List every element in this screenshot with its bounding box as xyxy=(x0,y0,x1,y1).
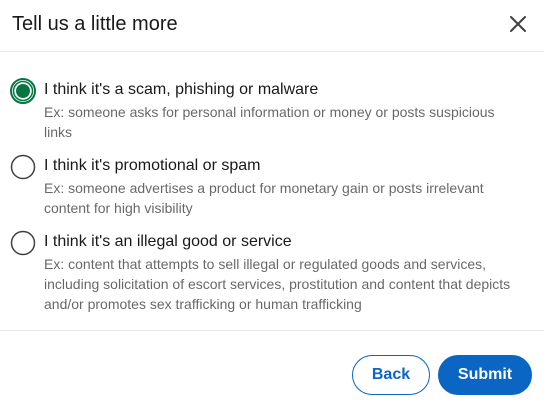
dialog-header: Tell us a little more xyxy=(0,0,544,52)
close-icon xyxy=(510,16,526,32)
dialog-title: Tell us a little more xyxy=(12,13,178,35)
option-label: I think it's a scam, phishing or malware xyxy=(44,81,319,98)
radio-selected-icon[interactable] xyxy=(10,78,36,104)
footer-divider xyxy=(0,330,544,331)
option-description: Ex: content that attempts to sell illega… xyxy=(44,256,511,312)
radio-unselected-icon[interactable] xyxy=(10,230,36,256)
submit-button[interactable]: Submit xyxy=(438,355,532,395)
radio-unselected-icon[interactable] xyxy=(10,154,36,180)
option-label: I think it's promotional or spam xyxy=(44,157,261,174)
back-button[interactable]: Back xyxy=(352,355,430,395)
option-description: Ex: someone advertises a product for mon… xyxy=(44,180,484,216)
option-label: I think it's an illegal good or service xyxy=(44,233,292,250)
close-button[interactable] xyxy=(500,6,536,42)
option-description: Ex: someone asks for personal informatio… xyxy=(44,104,495,140)
